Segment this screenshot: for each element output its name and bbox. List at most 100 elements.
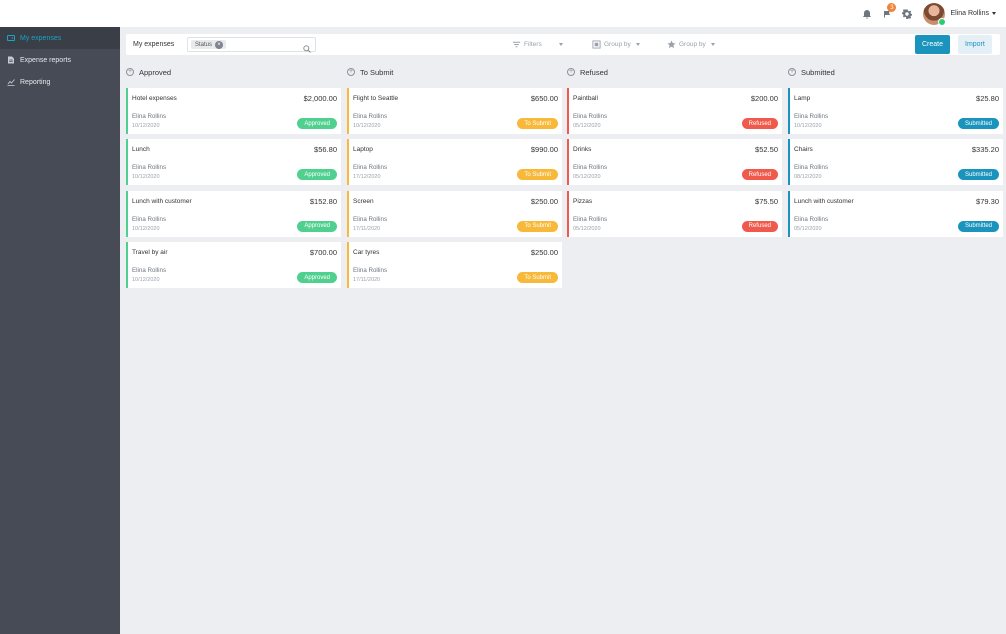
expense-title: Travel by air xyxy=(132,249,168,257)
control-panel: My expenses Status × Filters Group by Gr… xyxy=(126,34,1000,55)
employee-name: Elina Rollins xyxy=(132,113,167,120)
filter-chip-label: Status xyxy=(195,41,213,48)
expense-date: 10/12/2020 xyxy=(794,123,822,129)
expense-card[interactable]: Lamp $25.80 Elina Rollins 10/12/2020 Submitt… xyxy=(788,88,1003,134)
notification-badge: 3 xyxy=(887,3,897,12)
group-by-dropdown[interactable]: Group by xyxy=(592,34,640,55)
top-bar-actions: 3 Elina Rollins xyxy=(857,0,996,27)
expense-amount: $52.50 xyxy=(755,145,778,155)
employee-name: Elina Rollins xyxy=(573,164,608,172)
expense-title: Laptop xyxy=(353,146,373,154)
chevron-down-icon xyxy=(992,12,996,15)
page-title: My expenses xyxy=(133,41,175,48)
expense-title: Drinks xyxy=(573,146,592,154)
column-header: + Approved xyxy=(126,64,341,80)
expense-card[interactable]: Chairs $335.20 Elina Rollins 08/12/2020 Subm… xyxy=(788,139,1003,186)
expense-title: Hotel expenses xyxy=(132,95,177,102)
status-badge: Refused xyxy=(741,118,778,129)
sidebar-item-reporting[interactable]: Reporting xyxy=(0,71,120,93)
create-button[interactable]: Create xyxy=(915,35,951,54)
expense-card[interactable]: Travel by air $700.00 Elina Rollins 10/12/2… xyxy=(126,242,341,289)
expense-date: 05/12/2020 xyxy=(573,174,601,181)
gear-icon[interactable] xyxy=(897,0,917,27)
messages-icon[interactable]: 3 xyxy=(877,0,897,27)
expense-card[interactable]: Lunch with customer $79.30 Elina Rollins 05… xyxy=(788,190,1003,237)
expense-date: 05/12/2020 xyxy=(794,225,822,232)
employee-name: Elina Rollins xyxy=(353,113,388,120)
expense-card[interactable]: Screen $250.00 Elina Rollins 17/11/2020 To S… xyxy=(347,190,562,237)
plus-icon[interactable]: + xyxy=(788,68,796,76)
sidebar-item-label: Expense reports xyxy=(20,56,71,64)
expense-card[interactable]: Lunch $56.80 Elina Rollins 10/12/2020 Approv… xyxy=(126,139,341,186)
status-badge: Submitted xyxy=(957,169,999,181)
status-badge: Refused xyxy=(741,220,778,232)
column-title: To Submit xyxy=(360,67,394,77)
filter-icon xyxy=(512,41,521,48)
employee-name: Elina Rollins xyxy=(573,215,608,223)
column-to-submit: + To Submit Flight to Seattle $650.00 Elin… xyxy=(347,64,562,294)
status-badge: To Submit xyxy=(517,220,558,232)
expense-amount: $56.80 xyxy=(314,145,337,155)
top-bar: 3 Elina Rollins xyxy=(0,0,1006,27)
expense-date: 10/12/2020 xyxy=(132,225,160,232)
expense-date: 17/11/2020 xyxy=(353,225,381,232)
sidebar-item-my-expenses[interactable]: My expenses xyxy=(0,27,120,49)
sidebar-item-expense-reports[interactable]: Expense reports xyxy=(0,49,120,71)
filter-chip-status[interactable]: Status × xyxy=(191,40,227,49)
employee-name: Elina Rollins xyxy=(132,267,167,275)
expense-card[interactable]: Car tyres $250.00 Elina Rollins 17/11/2020 T… xyxy=(347,242,562,289)
column-refused: + Refused Paintball $200.00 Elina Rollins 0… xyxy=(567,64,782,242)
avatar[interactable] xyxy=(923,2,947,26)
import-button[interactable]: Import xyxy=(958,35,992,54)
column-header: + To Submit xyxy=(347,64,562,80)
close-icon[interactable]: × xyxy=(215,40,224,49)
column-title: Approved xyxy=(139,67,172,77)
expense-date: 10/12/2020 xyxy=(132,123,160,129)
expense-amount: $79.30 xyxy=(976,196,999,206)
user-menu[interactable]: Elina Rollins xyxy=(950,10,996,17)
expense-title: Flight to Seattle xyxy=(353,95,399,102)
filters-label: Filters xyxy=(524,41,542,48)
expense-date: 17/11/2020 xyxy=(353,277,381,284)
expense-amount: $990.00 xyxy=(530,145,558,155)
bell-icon[interactable] xyxy=(857,0,877,27)
expense-card[interactable]: Laptop $990.00 Elina Rollins 17/12/2020 To S… xyxy=(347,139,562,186)
expense-amount: $25.80 xyxy=(976,94,999,103)
plus-icon[interactable]: + xyxy=(347,68,355,76)
expense-date: 05/12/2020 xyxy=(573,123,601,129)
plus-icon[interactable]: + xyxy=(126,68,134,76)
expense-card[interactable]: Paintball $200.00 Elina Rollins 05/12/2020 R… xyxy=(567,88,782,134)
expense-title: Chairs xyxy=(794,146,813,154)
employee-name: Elina Rollins xyxy=(573,113,608,120)
expense-date: 05/12/2020 xyxy=(573,225,601,232)
expense-amount: $335.20 xyxy=(971,145,999,155)
user-name-label: Elina Rollins xyxy=(950,10,989,17)
card-list: Flight to Seattle $650.00 Elina Rollins 10/… xyxy=(347,88,562,289)
card-list: Hotel expenses $2,000.00 Elina Rollins 10/1… xyxy=(126,88,341,289)
expense-amount: $650.00 xyxy=(530,94,558,103)
plus-icon[interactable]: + xyxy=(567,68,575,76)
expense-card[interactable]: Hotel expenses $2,000.00 Elina Rollins 10/1… xyxy=(126,88,341,134)
expense-card[interactable]: Pizzas $75.50 Elina Rollins 05/12/2020 Refus… xyxy=(567,190,782,237)
column-header: + Submitted xyxy=(788,64,1003,80)
card-list: Paintball $200.00 Elina Rollins 05/12/2020 R… xyxy=(567,88,782,237)
search-icon[interactable] xyxy=(303,40,311,53)
employee-name: Elina Rollins xyxy=(794,215,829,223)
status-badge: Approved xyxy=(297,272,337,284)
expense-amount: $200.00 xyxy=(750,94,778,103)
expense-card[interactable]: Lunch with customer $152.80 Elina Rollins 1… xyxy=(126,190,341,237)
card-list: Lamp $25.80 Elina Rollins 10/12/2020 Submitt… xyxy=(788,88,1003,237)
employee-name: Elina Rollins xyxy=(353,215,388,223)
column-title: Refused xyxy=(580,67,608,77)
search-input[interactable]: Status × xyxy=(187,37,316,53)
expense-title: Lunch with customer xyxy=(132,197,192,205)
favorites-dropdown[interactable]: Group by xyxy=(667,34,715,55)
expense-card[interactable]: Drinks $52.50 Elina Rollins 05/12/2020 Refus… xyxy=(567,139,782,186)
employee-name: Elina Rollins xyxy=(353,267,388,275)
filters-dropdown[interactable]: Filters xyxy=(512,34,563,55)
status-badge: To Submit xyxy=(517,169,558,181)
chevron-down-icon xyxy=(558,43,563,46)
report-icon xyxy=(6,56,15,64)
expense-card[interactable]: Flight to Seattle $650.00 Elina Rollins 10/… xyxy=(347,88,562,134)
employee-name: Elina Rollins xyxy=(794,113,829,120)
